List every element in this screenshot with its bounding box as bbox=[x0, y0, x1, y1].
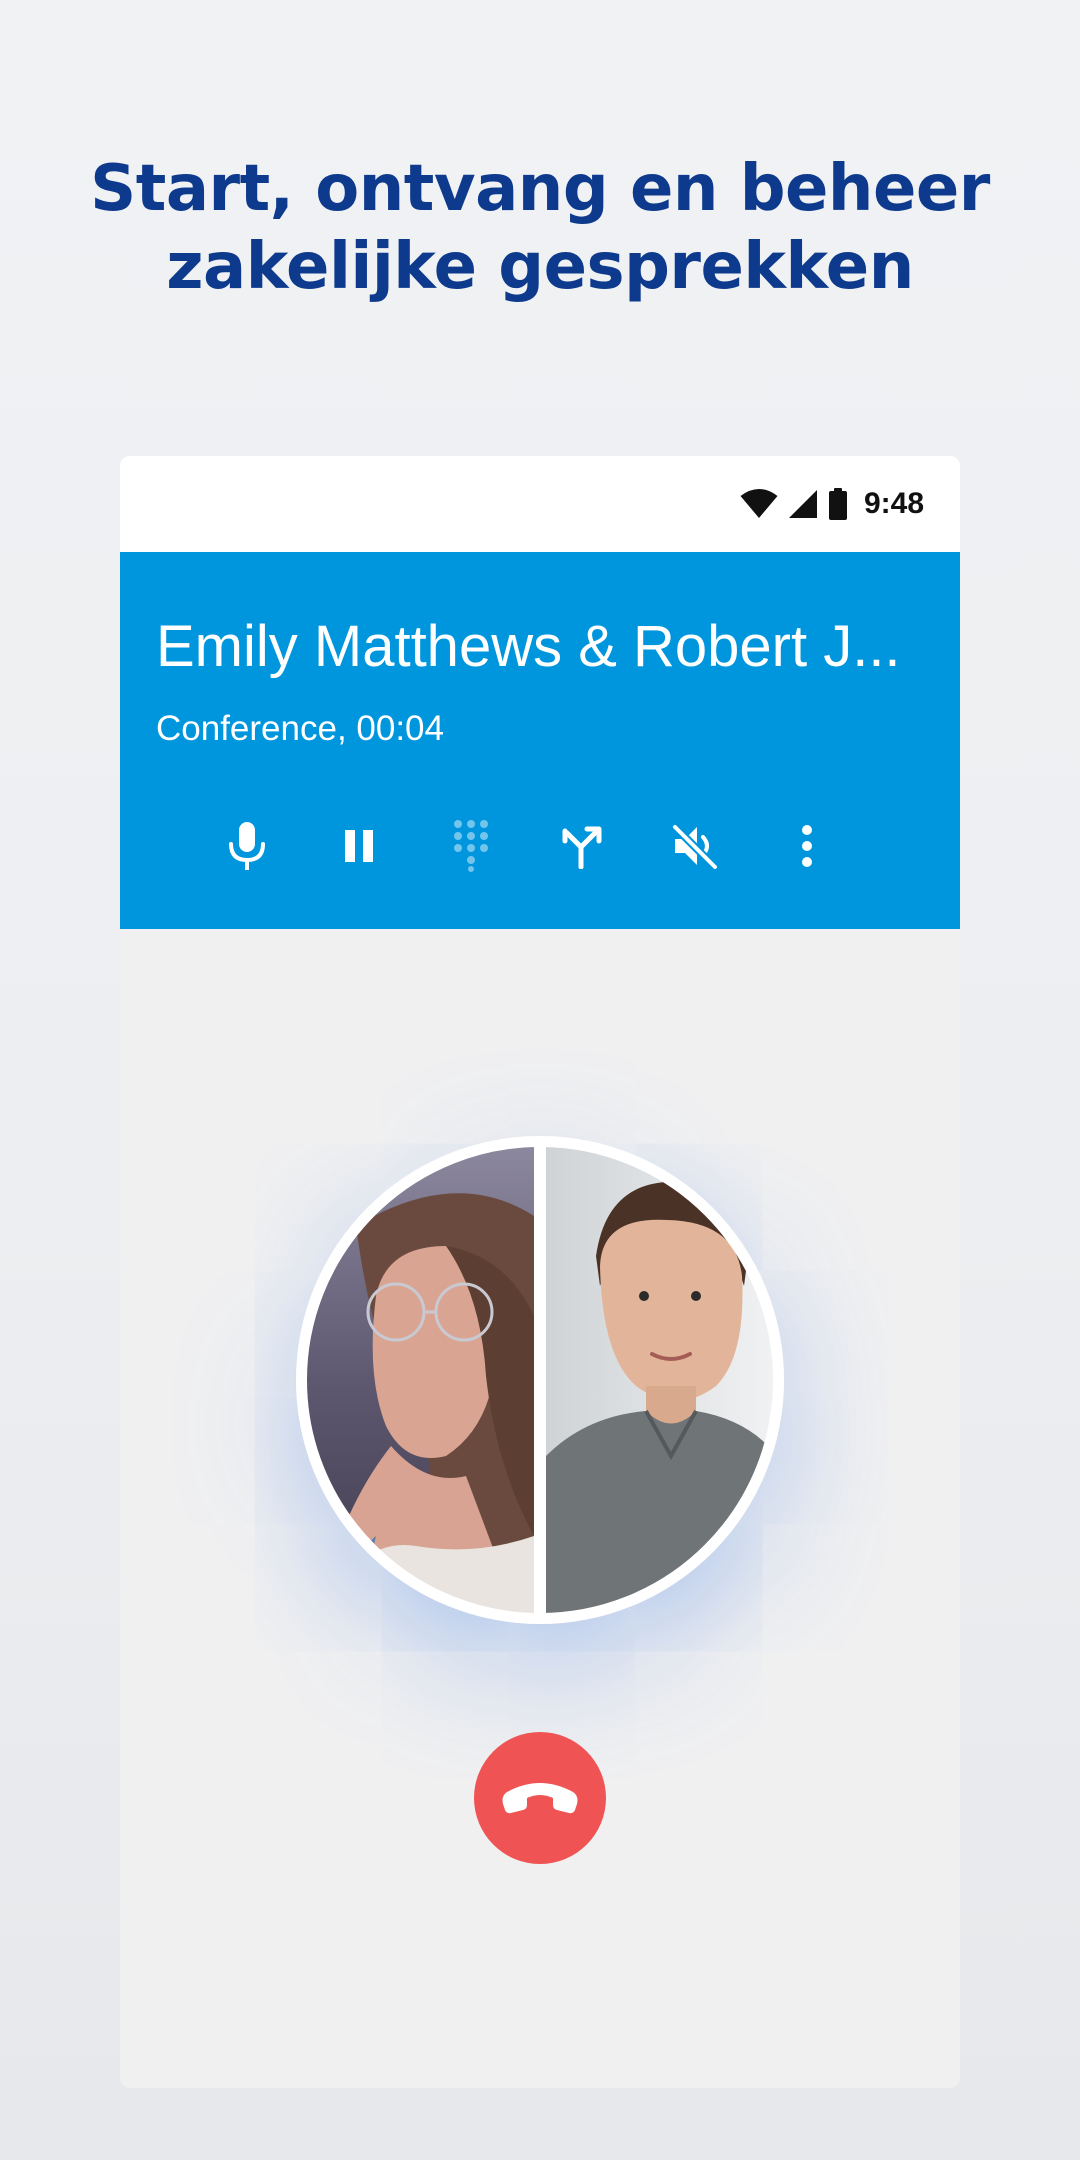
headline-line-2: zakelijke gesprekken bbox=[166, 230, 914, 304]
headline: Start, ontvang en beheer zakelijke gespr… bbox=[0, 150, 1080, 306]
phone-hangup-icon bbox=[502, 1783, 578, 1814]
pause-icon bbox=[345, 830, 373, 862]
conference-participants-avatar bbox=[296, 1136, 784, 1624]
headline-line-1: Start, ontvang en beheer bbox=[90, 152, 990, 226]
merge-call-button[interactable] bbox=[547, 810, 619, 882]
signal-icon bbox=[788, 490, 817, 518]
battery-icon bbox=[828, 488, 847, 520]
microphone-icon bbox=[229, 822, 265, 870]
wifi-icon bbox=[740, 489, 778, 518]
participant-photo-emily bbox=[306, 1146, 534, 1614]
mute-microphone-button[interactable] bbox=[211, 810, 283, 882]
conference-avatar-wrapper bbox=[296, 1136, 784, 1624]
merge-call-icon bbox=[562, 826, 602, 869]
status-icons: 9:48 bbox=[740, 484, 924, 524]
status-time: 9:48 bbox=[863, 487, 924, 520]
dialpad-button[interactable] bbox=[435, 810, 507, 882]
speaker-button[interactable] bbox=[659, 810, 731, 882]
call-controls bbox=[211, 810, 843, 882]
participant-photo-robert bbox=[546, 1146, 774, 1614]
call-participants-title: Emily Matthews & Robert J... bbox=[156, 614, 901, 679]
call-header: Emily Matthews & Robert J... Conference,… bbox=[120, 552, 960, 929]
hold-button[interactable] bbox=[323, 810, 395, 882]
end-call-button[interactable] bbox=[474, 1732, 606, 1864]
more-vertical-icon bbox=[802, 825, 812, 867]
call-status-subtitle: Conference, 00:04 bbox=[156, 709, 444, 748]
dialpad-icon bbox=[454, 820, 488, 872]
speaker-muted-icon bbox=[671, 823, 719, 869]
status-bar: 9:48 bbox=[120, 456, 960, 552]
phone-screen: 9:48 Emily Matthews & Robert J... Confer… bbox=[120, 456, 960, 2088]
more-options-button[interactable] bbox=[771, 810, 843, 882]
